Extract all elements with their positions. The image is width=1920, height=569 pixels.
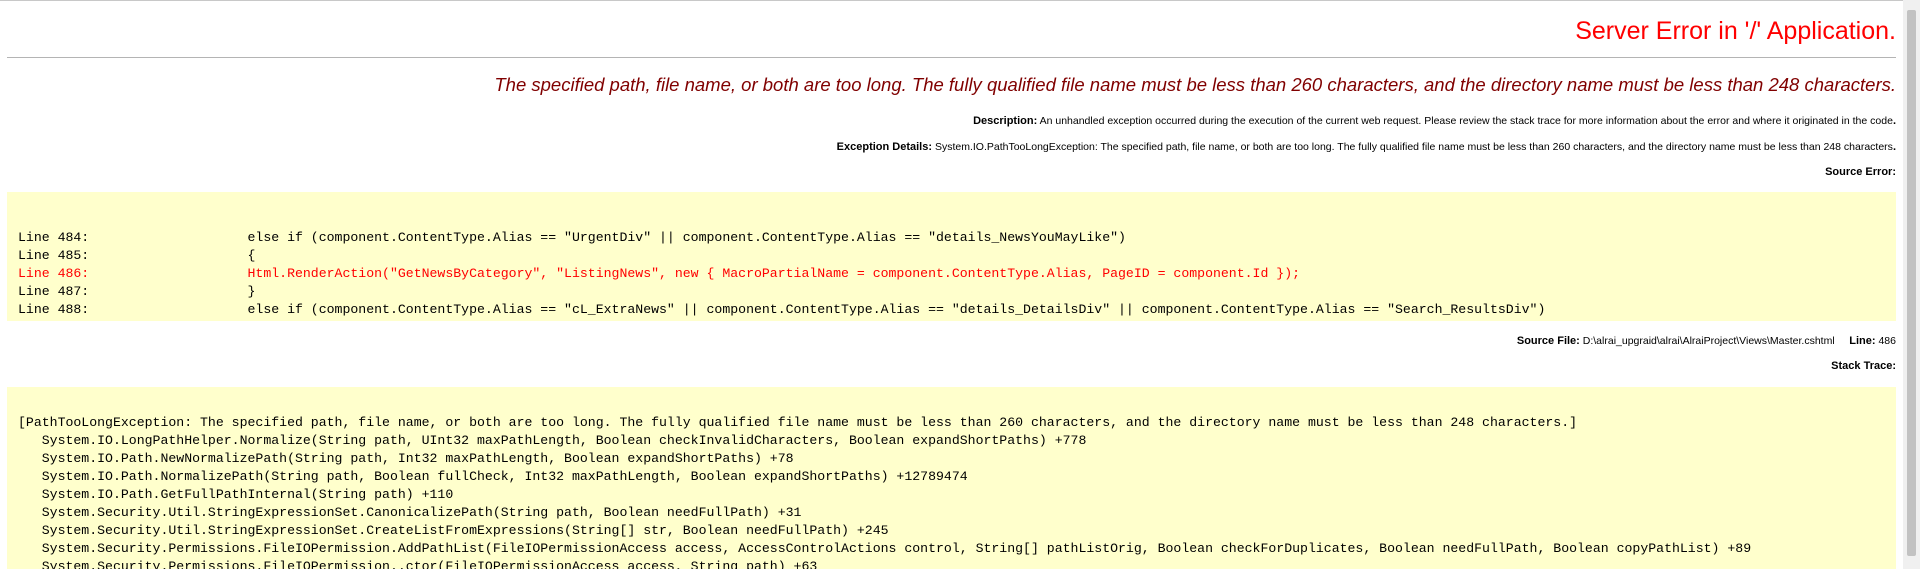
source-error-heading: :Source Error — [1825, 166, 1896, 178]
exception-details-line: .Exception Details: System.IO.PathTooLon… — [837, 141, 1896, 153]
description-line: .Description: An unhandled exception occ… — [973, 115, 1896, 127]
stack-trace-label: :Stack Trace — [1831, 360, 1896, 372]
source-line-488: Line 488: else if (component.ContentType… — [18, 302, 1546, 317]
stack-trace-heading: :Stack Trace — [1831, 360, 1896, 372]
exception-text: System.IO.PathTooLongException: The spec… — [934, 141, 1893, 153]
error-message: .The specified path, file name, or both … — [494, 74, 1896, 95]
source-line-487: Line 487: } — [18, 284, 256, 299]
stack-line: System.IO.Path.NewNormalizePath(String p… — [18, 451, 794, 466]
source-file-label: Source File: — [1516, 335, 1580, 347]
error-page: .Server Error in '/' Application .The sp… — [7, 0, 1896, 569]
line-label: Line: — [1849, 335, 1876, 347]
stack-line: System.Security.Util.StringExpressionSet… — [18, 523, 889, 538]
title-divider — [7, 57, 1896, 58]
stack-line: [PathTooLongException: The specified pat… — [18, 415, 1578, 430]
source-file-path: D:\alrai_upgraid\alrai\AlraiProject\View… — [1582, 335, 1835, 347]
stack-line: System.IO.Path.GetFullPathInternal(Strin… — [18, 487, 454, 502]
scrollbar-thumb[interactable] — [1907, 10, 1916, 556]
vertical-scrollbar[interactable] — [1903, 0, 1920, 569]
stack-line: System.Security.Permissions.FileIOPermis… — [18, 541, 1752, 556]
page-title: .Server Error in '/' Application — [1575, 17, 1896, 45]
stack-trace-box: [PathTooLongException: The specified pat… — [7, 387, 1896, 569]
source-error-label: :Source Error — [1825, 166, 1896, 178]
source-file-line: Source File: D:\alrai_upgraid\alrai\Alra… — [1517, 335, 1896, 347]
source-line-484: Line 484: else if (component.ContentType… — [18, 230, 1126, 245]
stack-line: System.IO.LongPathHelper.Normalize(Strin… — [18, 433, 1087, 448]
source-code-box: Line 484: else if (component.ContentType… — [7, 192, 1896, 321]
source-line-486-highlighted: Line 486: Html.RenderAction("GetNewsByCa… — [18, 266, 1301, 281]
stack-line: System.Security.Util.StringExpressionSet… — [18, 505, 802, 520]
stack-line: System.Security.Permissions.FileIOPermis… — [18, 559, 818, 569]
line-number: 486 — [1878, 335, 1896, 347]
stack-line: System.IO.Path.NormalizePath(String path… — [18, 469, 968, 484]
source-line-485: Line 485: { — [18, 248, 256, 263]
description-text: An unhandled exception occurred during t… — [1039, 115, 1893, 127]
